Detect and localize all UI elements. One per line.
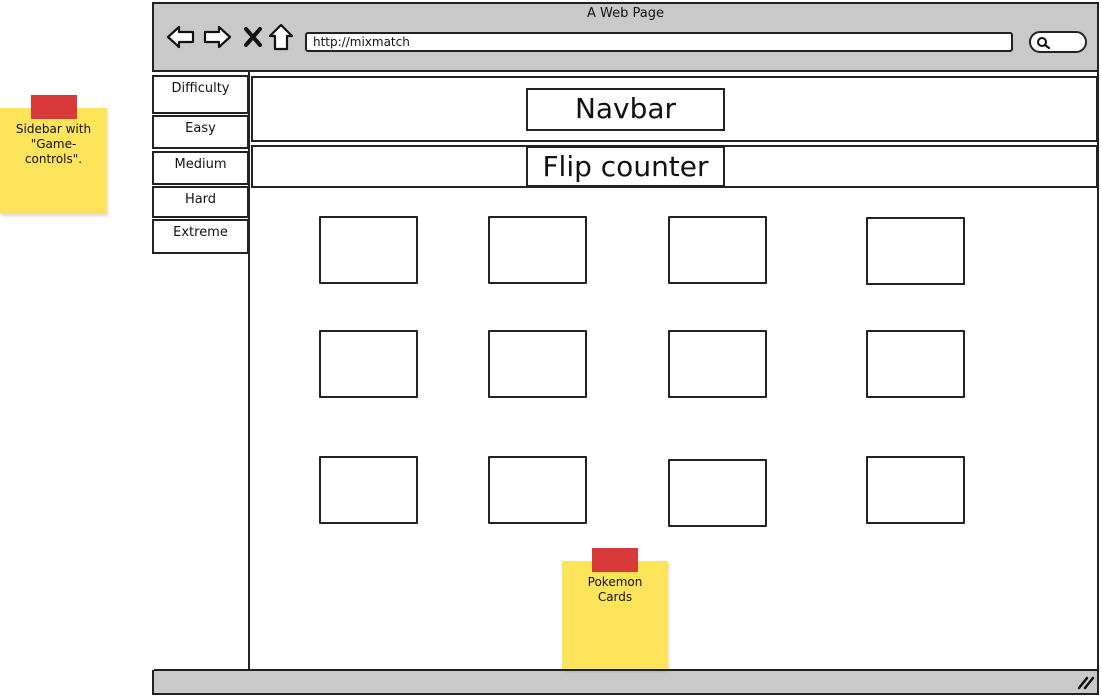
url-field[interactable]: http://mixmatch: [305, 32, 1013, 52]
tape-icon: [31, 95, 77, 119]
card-r3-c4[interactable]: [866, 456, 965, 524]
window-title: A Web Page: [587, 6, 664, 21]
tape-icon: [592, 548, 638, 572]
card-r3-c2[interactable]: [488, 456, 587, 524]
sidebar-item-difficulty: Difficulty: [152, 75, 249, 114]
home-icon[interactable]: [268, 23, 294, 51]
sidebar-item-medium[interactable]: Medium: [152, 151, 249, 185]
card-r2-c2[interactable]: [488, 330, 587, 398]
flip-counter-label: Flip counter: [526, 146, 725, 187]
card-r2-c3[interactable]: [668, 330, 767, 398]
card-r3-c1[interactable]: [319, 456, 418, 524]
card-r3-c3[interactable]: [668, 459, 767, 527]
card-r1-c1[interactable]: [319, 216, 418, 284]
card-r1-c2[interactable]: [488, 216, 587, 284]
sticky-note-sidebar: Sidebar with "Game-controls".: [0, 108, 107, 214]
sticky-note-cards-text: Pokemon Cards: [587, 575, 643, 604]
x-icon[interactable]: [243, 26, 263, 48]
sticky-note-cards: Pokemon Cards: [562, 561, 668, 669]
card-r2-c1[interactable]: [319, 330, 418, 398]
card-r1-c3[interactable]: [668, 216, 767, 284]
arrow-right-icon[interactable]: [202, 25, 232, 49]
sidebar-item-hard[interactable]: Hard: [152, 186, 249, 218]
browser-statusbar: [154, 669, 1097, 693]
resize-grip-icon[interactable]: [1077, 675, 1095, 694]
sidebar-item-extreme[interactable]: Extreme: [152, 219, 249, 254]
search-field[interactable]: [1029, 31, 1087, 53]
sidebar-item-easy[interactable]: Easy: [152, 115, 249, 149]
sticky-note-sidebar-text: Sidebar with "Game-controls".: [15, 122, 92, 166]
magnifier-icon: [1037, 37, 1051, 50]
card-r1-c4[interactable]: [866, 217, 965, 285]
navbar-label: Navbar: [526, 88, 725, 131]
card-r2-c4[interactable]: [866, 330, 965, 398]
arrow-left-icon[interactable]: [166, 25, 196, 49]
